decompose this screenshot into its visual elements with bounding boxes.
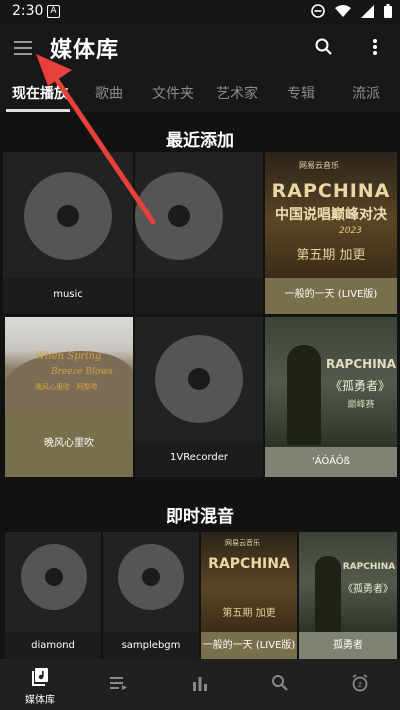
section-title-recent: 最近添加 bbox=[166, 131, 234, 151]
card-caption: music bbox=[3, 278, 133, 314]
album-art: RAPCHINA 《孤勇者》 bbox=[299, 532, 397, 632]
queue-icon bbox=[110, 677, 127, 690]
tab-albums[interactable]: 专辑 bbox=[287, 83, 315, 103]
library-icon bbox=[32, 668, 48, 686]
grid-card[interactable]: samplebgm bbox=[103, 532, 199, 659]
tab-bar: 现在播放 歌曲 文件夹 艺术家 专辑 流派 bbox=[0, 70, 400, 112]
nav-label: 媒体库 bbox=[25, 695, 55, 706]
card-caption: samplebgm bbox=[103, 632, 199, 659]
battery-icon bbox=[384, 3, 392, 22]
card-caption bbox=[135, 278, 263, 314]
wifi-icon bbox=[335, 3, 351, 22]
nav-search[interactable] bbox=[240, 659, 320, 710]
status-bar: 2:30 A bbox=[0, 0, 400, 24]
svg-text:z: z bbox=[358, 680, 362, 689]
grid-card[interactable]: 网易云音乐 RAPCHINA 中国说唱巅峰对决 2023 第五期 加更 一般的一… bbox=[265, 152, 397, 314]
app-notification-icon: A bbox=[47, 5, 60, 18]
album-art: RAPCHINA 《孤勇者》 巅峰赛 bbox=[265, 317, 397, 447]
tab-songs[interactable]: 歌曲 bbox=[95, 83, 123, 103]
grid-card[interactable]: When Spring Breeze Blows 晚风心里吹 · 阿梨粤 晚风心… bbox=[5, 317, 133, 477]
disc-icon bbox=[135, 172, 223, 260]
section-title-mix: 即时混音 bbox=[166, 507, 234, 527]
timer-icon: z bbox=[352, 674, 368, 692]
grid-card[interactable]: RAPCHINA 《孤勇者》 孤勇者 bbox=[299, 532, 397, 659]
disc-icon bbox=[118, 544, 184, 610]
nav-library[interactable]: 媒体库 bbox=[0, 659, 80, 710]
app-bar: 媒体库 bbox=[0, 24, 400, 70]
signal-icon bbox=[361, 3, 374, 22]
grid-card[interactable]: 网易云音乐 RAPCHINA 第五期 加更 一般的一天 (LIVE版) bbox=[201, 532, 297, 659]
nav-queue[interactable] bbox=[80, 659, 160, 710]
tab-artists[interactable]: 艺术家 bbox=[216, 83, 258, 103]
grid-card[interactable]: RAPCHINA 《孤勇者》 巅峰赛 'ÁÓÂÔß bbox=[265, 317, 397, 477]
search-icon[interactable] bbox=[313, 36, 335, 58]
disc-icon bbox=[155, 335, 243, 423]
status-icons bbox=[311, 3, 392, 22]
nav-stats[interactable] bbox=[160, 659, 240, 710]
more-options-icon[interactable] bbox=[367, 36, 383, 58]
status-time: 2:30 bbox=[12, 3, 44, 19]
card-caption: 一般的一天 (LIVE版) bbox=[201, 632, 297, 659]
card-caption: 1VRecorder bbox=[135, 441, 263, 477]
card-caption: 一般的一天 (LIVE版) bbox=[265, 278, 397, 314]
grid-card[interactable]: diamond bbox=[5, 532, 101, 659]
tab-folders[interactable]: 文件夹 bbox=[152, 83, 194, 103]
tab-genres[interactable]: 流派 bbox=[352, 83, 380, 103]
album-art: When Spring Breeze Blows 晚风心里吹 · 阿梨粤 bbox=[5, 317, 133, 411]
grid-card[interactable]: 1VRecorder bbox=[135, 317, 263, 477]
stats-icon bbox=[193, 677, 207, 691]
search-icon bbox=[272, 675, 288, 691]
bottom-nav: 媒体库 z bbox=[0, 659, 400, 710]
card-caption: 'ÁÓÂÔß bbox=[265, 447, 397, 477]
grid-card[interactable] bbox=[135, 152, 263, 314]
tab-now-playing[interactable]: 现在播放 bbox=[12, 83, 68, 103]
disc-icon bbox=[21, 544, 87, 610]
tab-indicator bbox=[6, 109, 70, 112]
card-caption: 孤勇者 bbox=[299, 632, 397, 659]
album-art: 网易云音乐 RAPCHINA 中国说唱巅峰对决 2023 第五期 加更 bbox=[265, 152, 397, 278]
nav-timer[interactable]: z bbox=[320, 659, 400, 710]
card-caption: 晚风心里吹 bbox=[5, 411, 133, 477]
disc-icon bbox=[24, 172, 112, 260]
card-caption: diamond bbox=[5, 632, 101, 659]
page-title: 媒体库 bbox=[50, 38, 120, 63]
menu-icon[interactable] bbox=[12, 37, 34, 57]
album-art: 网易云音乐 RAPCHINA 第五期 加更 bbox=[201, 532, 297, 632]
dnd-icon bbox=[311, 3, 325, 22]
grid-card[interactable]: music bbox=[3, 152, 133, 314]
